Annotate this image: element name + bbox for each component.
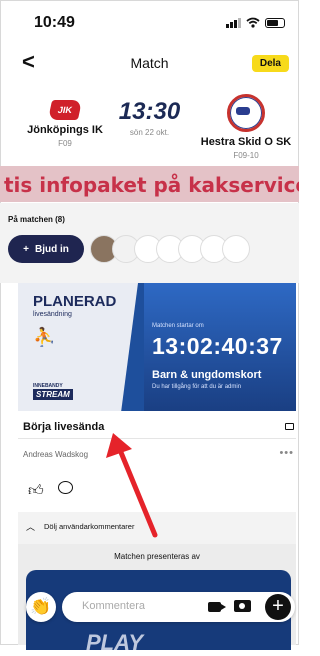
home-team-class: F09 [58,139,72,148]
comments-toggle-label: Dölj användarkommentarer [44,522,135,531]
go-live-row[interactable]: Börja livesända [18,412,296,439]
away-team-logo [227,94,265,132]
ad-banner[interactable]: tis infopaket på kakservice [0,166,299,202]
status-icons [226,17,285,28]
brand-logo: STREAM [33,389,73,400]
battery-icon [265,17,285,28]
status-bar: 10:49 [0,0,299,40]
away-team-class: F09-10 [233,151,259,160]
participant-avatars[interactable] [90,235,250,263]
chevron-up-icon: ︿ [26,522,36,532]
stream-card-right: Matchen startar om 13:02:40:37 Barn & un… [144,283,296,411]
youth-card-label: Barn & ungdomskort [152,369,262,381]
countdown: 13:02:40:37 [152,333,283,359]
participants-section: På matchen (8) + Bjud in [0,203,299,283]
invite-plus-icon: + [23,243,29,255]
away-team-name: Hestra Skid O SK [200,136,292,148]
planned-sub: livesändning [33,311,72,318]
video-icon[interactable] [208,602,226,612]
sponsor-watermark: PLAY [86,630,144,655]
invite-button[interactable]: + Bjud in [8,235,84,263]
thumbs-up-icon[interactable]: 👍︎ [28,482,44,500]
comments-toggle[interactable]: ︿ Dölj användarkommentarer [18,512,296,544]
access-note: Du har tillgång för att du är admin [152,384,242,390]
invite-label: Bjud in [34,243,69,255]
ad-text: tis infopaket på kakservice [4,173,299,197]
comment-bar: 👏 + [20,589,299,627]
starts-label: Matchen startar om [152,323,204,329]
stream-card-left: PLANERAD livesändning ⛹ INNEBANDY STREAM [18,283,138,411]
away-team[interactable]: Hestra Skid O SK F09-10 [191,94,301,160]
camera-icon[interactable] [285,423,294,430]
clap-icon[interactable]: 👏 [26,592,56,622]
author-name: Andreas Wadskog [23,450,89,459]
comment-input[interactable] [80,599,194,613]
hockey-player-icon: ⛹ [33,327,56,347]
go-live-label: Börja livesända [23,421,105,433]
comment-icon[interactable] [58,481,73,494]
sponsor-title: Matchen presenteras av [114,552,200,561]
comment-field[interactable]: + [62,592,295,622]
stream-card[interactable]: PLANERAD livesändning ⛹ INNEBANDY STREAM… [18,283,296,411]
share-button[interactable]: Dela [251,55,289,72]
signal-icon [226,17,241,28]
add-icon[interactable]: + [265,594,291,620]
more-icon[interactable]: ••• [279,447,294,459]
wifi-icon [246,17,260,28]
participants-title: På matchen (8) [8,215,65,224]
photo-icon[interactable] [234,600,251,612]
status-time: 10:49 [34,14,75,31]
avatar[interactable] [222,235,250,263]
planned-label: PLANERAD [33,293,117,310]
nav-bar: < Match Dela [0,46,299,80]
